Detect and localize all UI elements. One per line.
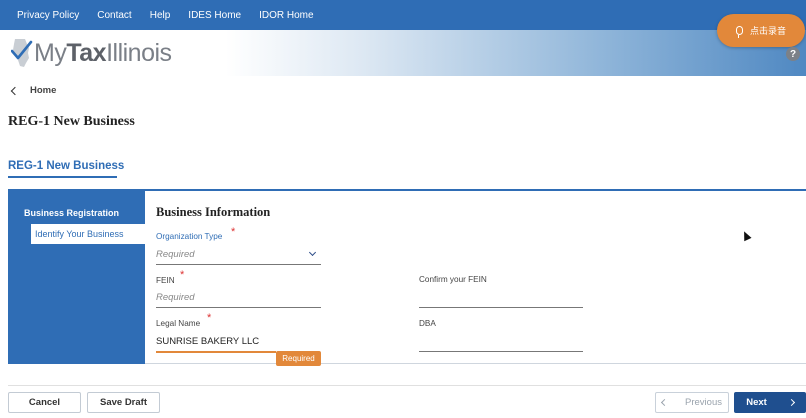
logo-my: My: [34, 38, 67, 67]
next-button-label: Next: [746, 397, 767, 408]
organization-type-label: Organization Type: [156, 232, 223, 241]
sidebar-group-business-registration[interactable]: Business Registration: [24, 208, 119, 218]
legal-name-underline: [156, 351, 276, 353]
help-icon[interactable]: ?: [786, 47, 800, 61]
section-tab-underline: [8, 176, 117, 178]
previous-button[interactable]: Previous: [655, 392, 729, 413]
legal-name-input[interactable]: SUNRISE BAKERY LLC: [156, 336, 259, 347]
dba-underline: [419, 351, 583, 352]
chevron-right-icon: [787, 398, 795, 407]
legal-name-required-star: *: [207, 312, 212, 324]
record-button[interactable]: 点击录音: [717, 14, 805, 47]
page-title: REG-1 New Business: [8, 114, 135, 129]
legal-name-label: Legal Name: [156, 319, 201, 328]
action-bar-divider: [8, 385, 806, 386]
breadcrumb-home[interactable]: Home: [30, 85, 56, 96]
record-button-label: 点击录音: [749, 26, 786, 36]
step-sidebar: Business Registration Identify Your Busi…: [8, 191, 145, 364]
section-tab-title[interactable]: REG-1 New Business: [8, 160, 124, 172]
nav-help[interactable]: Help: [150, 10, 171, 21]
mytax-illinois-logo[interactable]: MyTaxIllinois: [11, 36, 172, 70]
logo-state: Illinois: [106, 38, 172, 67]
legal-name-required-badge: Required: [276, 351, 321, 366]
illinois-state-check-icon: [11, 38, 33, 68]
nav-idor-home[interactable]: IDOR Home: [259, 10, 313, 21]
save-draft-button[interactable]: Save Draft: [87, 392, 160, 413]
fein-required-star: *: [180, 269, 185, 281]
microphone-icon: [735, 26, 743, 38]
fein-label: FEIN: [156, 276, 175, 285]
chevron-left-icon: [660, 398, 669, 407]
nav-contact[interactable]: Contact: [97, 10, 131, 21]
logo-wordmark: MyTaxIllinois: [34, 39, 172, 68]
fein-underline: [156, 307, 321, 308]
chevron-left-icon: [10, 86, 20, 95]
top-nav: Privacy Policy Contact Help IDES Home ID…: [0, 0, 806, 30]
organization-type-underline: [156, 264, 321, 265]
confirm-fein-underline: [419, 307, 583, 308]
organization-type-select[interactable]: Required: [156, 249, 195, 260]
nav-privacy-policy[interactable]: Privacy Policy: [17, 10, 79, 21]
form-section-title: Business Information: [156, 205, 271, 219]
breadcrumb[interactable]: Home: [10, 85, 56, 96]
organization-type-required-star: *: [231, 226, 236, 238]
nav-ides-home[interactable]: IDES Home: [188, 10, 241, 21]
confirm-fein-label: Confirm your FEIN: [419, 275, 487, 284]
logo-tax: Tax: [66, 38, 107, 67]
sidebar-item-identify-your-business[interactable]: Identify Your Business: [31, 224, 145, 244]
previous-button-label: Previous: [685, 397, 722, 408]
dba-label: DBA: [419, 319, 436, 328]
cancel-button[interactable]: Cancel: [8, 392, 81, 413]
fein-input[interactable]: Required: [156, 292, 195, 303]
next-button[interactable]: Next: [734, 392, 806, 413]
